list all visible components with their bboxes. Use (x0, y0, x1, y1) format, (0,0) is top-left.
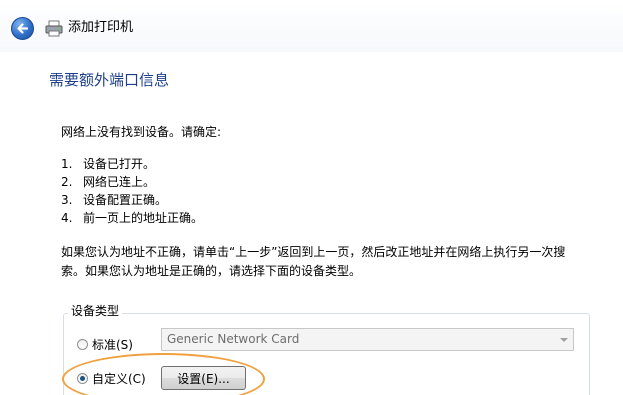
standard-radio-label: 标准(S) (92, 338, 133, 352)
explanation-text: 如果您认为地址不正确，请单击“上一步”返回到上一页，然后改正地址并在网络上执行另… (61, 243, 591, 281)
explanation-line-2: 索。如果您认为地址是正确的，请选择下面的设备类型。 (61, 264, 362, 278)
standard-radio[interactable] (77, 339, 88, 350)
standard-radio-option[interactable]: 标准(S) (77, 336, 133, 353)
custom-radio-option[interactable]: 自定义(C) (77, 370, 146, 387)
list-item-number: 4. (61, 211, 73, 225)
list-item-text: 设备配置正确。 (83, 193, 168, 207)
wizard-title: 添加打印机 (68, 20, 134, 35)
list-item-text: 网络已连上。 (83, 175, 156, 189)
page-title: 需要额外端口信息 (49, 71, 170, 89)
intro-text: 网络上没有找到设备。请确定: (61, 125, 222, 139)
list-item: 4. 前一页上的地址正确。 (61, 209, 203, 227)
explanation-line-1: 如果您认为地址不正确，请单击“上一步”返回到上一页，然后改正地址并在网络上执行另… (61, 245, 566, 259)
custom-radio[interactable] (77, 373, 88, 384)
chevron-down-icon (560, 338, 568, 342)
standard-device-select-value: Generic Network Card (167, 332, 300, 346)
wizard-header: 添加打印机 (0, 0, 623, 52)
list-item: 1. 设备已打开。 (61, 155, 203, 173)
back-arrow-icon (17, 23, 29, 34)
list-item-number: 3. (61, 193, 73, 207)
checklist: 1. 设备已打开。 2. 网络已连上。 3. 设备配置正确。 4. 前一页上的地… (61, 155, 203, 227)
list-item-number: 1. (61, 157, 73, 171)
list-item-text: 设备已打开。 (83, 157, 156, 171)
printer-icon (45, 20, 63, 37)
back-button[interactable] (11, 17, 34, 40)
list-item-number: 2. (61, 175, 73, 189)
device-type-group-label: 设备类型 (68, 303, 123, 320)
list-item: 3. 设备配置正确。 (61, 191, 203, 209)
standard-device-select[interactable]: Generic Network Card (161, 328, 574, 351)
add-printer-wizard: 添加打印机 需要额外端口信息 网络上没有找到设备。请确定: 1. 设备已打开。 … (0, 0, 623, 395)
list-item: 2. 网络已连上。 (61, 173, 203, 191)
list-item-text: 前一页上的地址正确。 (83, 211, 204, 225)
settings-button[interactable]: 设置(E)... (161, 366, 246, 390)
custom-radio-label: 自定义(C) (92, 372, 146, 386)
